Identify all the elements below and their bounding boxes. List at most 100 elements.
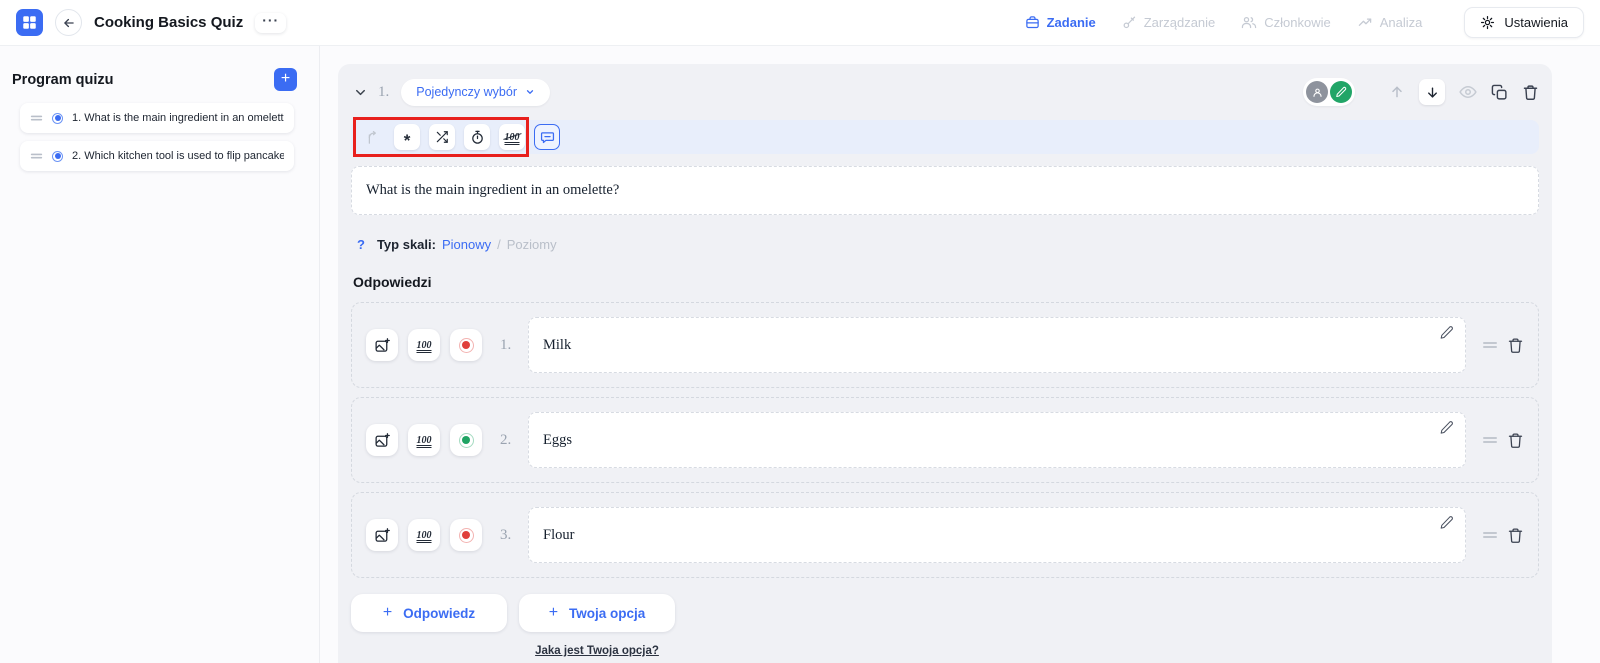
own-option-help-link[interactable]: Jaka jest Twoja opcja? <box>519 645 675 657</box>
answer-points-button[interactable]: 100 <box>408 329 440 361</box>
answer-row-3: 100 3. Flour <box>351 492 1539 578</box>
pencil-icon <box>1335 86 1347 98</box>
plus-icon: + <box>549 604 558 622</box>
delete-answer-button[interactable] <box>1507 527 1524 544</box>
delete-answer-button[interactable] <box>1507 337 1524 354</box>
question-text: What is the main ingredient in an omelet… <box>366 182 619 198</box>
top-bar: Cooking Basics Quiz ··· Zadanie Zarządza… <box>0 0 1600 46</box>
collapse-question-button[interactable] <box>351 83 370 102</box>
add-answer-button[interactable]: + Odpowiedz <box>351 594 507 632</box>
sidebar-item-label: 1. What is the main ingredient in an ome… <box>72 112 284 124</box>
image-plus-icon <box>374 527 391 544</box>
users-icon <box>1241 15 1257 30</box>
radio-ring <box>459 338 474 353</box>
answer-text-field[interactable]: Flour <box>528 507 1466 563</box>
image-plus-icon <box>374 432 391 449</box>
radio-selected-icon <box>52 151 63 162</box>
comment-icon <box>540 130 555 145</box>
answers-section-title: Odpowiedzi <box>353 274 1539 290</box>
timer-button[interactable] <box>464 124 490 150</box>
answer-correct-toggle[interactable] <box>450 424 482 456</box>
nav-label: Członkowie <box>1264 15 1330 30</box>
question-type-dropdown[interactable]: Pojedynczy wybór <box>401 79 550 106</box>
nav-label: Analiza <box>1380 15 1423 30</box>
question-type-label: Pojedynczy wybór <box>416 85 517 99</box>
edit-pencil-icon[interactable] <box>1439 515 1454 530</box>
move-up-button[interactable] <box>1389 84 1405 100</box>
edit-mode-button[interactable] <box>1330 81 1352 103</box>
nav-item-czlonkowie[interactable]: Członkowie <box>1241 15 1330 30</box>
settings-label: Ustawienia <box>1504 15 1568 30</box>
scale-option-horizontal[interactable]: Poziomy <box>507 237 557 252</box>
branch-icon <box>365 130 380 145</box>
incorrect-radio-icon <box>462 531 471 540</box>
nav-item-zarzadzanie[interactable]: Zarządzanie <box>1122 15 1216 30</box>
drag-handle-icon[interactable] <box>1482 339 1498 351</box>
back-button[interactable] <box>55 9 82 36</box>
sidebar-item-label: 2. Which kitchen tool is used to flip pa… <box>72 150 284 162</box>
feedback-comment-button[interactable] <box>534 124 560 150</box>
answer-correct-toggle[interactable] <box>450 329 482 361</box>
nav-item-zadanie[interactable]: Zadanie <box>1025 15 1096 30</box>
answer-text-field[interactable]: Eggs <box>528 412 1466 468</box>
add-image-button[interactable] <box>366 424 398 456</box>
question-header: 1. Pojedynczy wybór <box>351 76 1539 108</box>
answer-points-button[interactable]: 100 <box>408 519 440 551</box>
add-option-label: Twoja opcja <box>569 606 645 621</box>
add-image-button[interactable] <box>366 329 398 361</box>
asterisk-icon: * <box>404 130 411 145</box>
key-icon <box>1122 15 1137 30</box>
avatar[interactable] <box>1306 81 1328 103</box>
delete-answer-button[interactable] <box>1507 432 1524 449</box>
radio-ring <box>459 528 474 543</box>
edit-pencil-icon[interactable] <box>1439 420 1454 435</box>
shuffle-answers-button[interactable] <box>429 124 455 150</box>
drag-handle-icon[interactable] <box>1482 529 1498 541</box>
drag-handle-icon[interactable] <box>30 151 43 161</box>
duplicate-question-button[interactable] <box>1491 84 1508 101</box>
delete-question-button[interactable] <box>1522 84 1539 101</box>
chevron-down-icon <box>353 85 368 100</box>
arrow-down-icon <box>1425 85 1440 100</box>
nav-item-analiza[interactable]: Analiza <box>1357 15 1423 30</box>
edit-pencil-icon[interactable] <box>1439 325 1454 340</box>
radio-ring <box>459 433 474 448</box>
answer-text-field[interactable]: Milk <box>528 317 1466 373</box>
sidebar-header: Program quizu + <box>0 68 319 91</box>
stopwatch-icon <box>470 130 485 145</box>
drag-handle-icon[interactable] <box>30 113 43 123</box>
settings-button[interactable]: Ustawienia <box>1464 7 1584 38</box>
app-logo[interactable] <box>16 9 43 36</box>
answer-number: 3. <box>500 527 518 544</box>
add-question-button[interactable]: + <box>274 68 297 91</box>
quiz-title: Cooking Basics Quiz <box>94 14 243 31</box>
scale-type-label: Typ skali: <box>377 237 436 252</box>
required-button[interactable]: * <box>394 124 420 150</box>
main-nav: Zadanie Zarządzanie Członkowie Analiza <box>1025 15 1423 30</box>
points-100-icon: 100 <box>417 340 432 351</box>
move-down-button[interactable] <box>1419 79 1445 105</box>
sidebar-item-question-1[interactable]: 1. What is the main ingredient in an ome… <box>20 103 294 133</box>
help-icon[interactable]: ? <box>357 237 365 252</box>
eye-icon <box>1459 83 1477 101</box>
arrow-left-icon <box>62 16 76 30</box>
answer-correct-toggle[interactable] <box>450 519 482 551</box>
sidebar-item-question-2[interactable]: 2. Which kitchen tool is used to flip pa… <box>20 141 294 171</box>
answer-text: Milk <box>543 337 571 354</box>
answer-points-button[interactable]: 100 <box>408 424 440 456</box>
add-own-option-button[interactable]: + Twoja opcja <box>519 594 675 632</box>
question-actions <box>1303 78 1539 106</box>
drag-handle-icon[interactable] <box>1482 434 1498 446</box>
nav-label: Zadanie <box>1047 15 1096 30</box>
points-button[interactable]: 100 <box>499 124 525 150</box>
scale-option-vertical[interactable]: Pionowy <box>442 237 491 252</box>
more-button[interactable]: ··· <box>255 13 286 33</box>
answer-number: 1. <box>500 337 518 354</box>
branching-button[interactable] <box>359 124 385 150</box>
add-answer-label: Odpowiedz <box>403 606 475 621</box>
answer-text: Eggs <box>543 432 572 449</box>
person-icon <box>1311 86 1324 99</box>
add-image-button[interactable] <box>366 519 398 551</box>
preview-button[interactable] <box>1459 83 1477 101</box>
question-text-field[interactable]: What is the main ingredient in an omelet… <box>351 166 1539 215</box>
